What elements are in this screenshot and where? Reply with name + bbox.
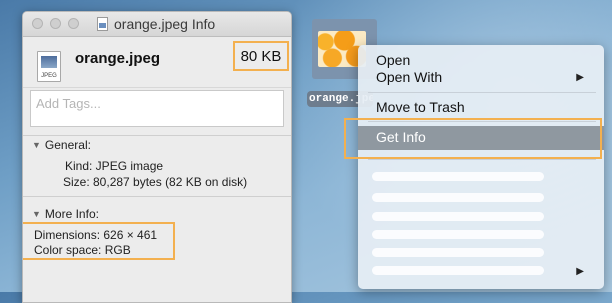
submenu-arrow-icon: ▶	[576, 72, 584, 83]
color-space-row: Color space: RGB	[34, 243, 131, 257]
more-info-box: Dimensions: 626 × 461 Color space: RGB	[23, 222, 175, 260]
menu-item-open-with[interactable]: Open With	[376, 69, 442, 85]
menu-item-move-to-trash[interactable]: Move to Trash	[376, 99, 465, 115]
file-name: orange.jpeg	[75, 50, 161, 67]
kind-row: Kind: JPEG image	[65, 159, 164, 173]
jpeg-file-icon	[97, 17, 108, 31]
general-section-toggle[interactable]: ▼ General:	[32, 138, 91, 152]
menu-item-placeholder[interactable]	[372, 172, 544, 181]
info-header: JPEG orange.jpeg 80 KB	[23, 37, 291, 88]
close-button[interactable]	[32, 18, 43, 29]
menu-separator	[368, 159, 596, 160]
zoom-button[interactable]	[68, 18, 79, 29]
more-info-section-toggle[interactable]: ▼ More Info:	[32, 207, 99, 221]
menu-item-placeholder[interactable]	[372, 266, 544, 275]
context-menu: Open Open With ▶ Move to Trash Get Info …	[358, 45, 604, 289]
divider	[23, 135, 291, 136]
divider	[23, 196, 291, 197]
menu-item-placeholder[interactable]	[372, 248, 544, 257]
get-info-highlight	[344, 118, 602, 159]
disclosure-triangle-icon[interactable]: ▼	[32, 209, 41, 219]
tags-input[interactable]	[34, 95, 278, 112]
menu-item-open[interactable]: Open	[376, 52, 410, 68]
submenu-arrow-icon: ▶	[576, 266, 584, 277]
file-size: 80 KB	[233, 41, 289, 71]
menu-item-placeholder[interactable]	[372, 193, 544, 202]
menu-item-placeholder[interactable]	[372, 230, 544, 239]
info-window: orange.jpeg Info JPEG orange.jpeg 80 KB …	[22, 11, 292, 303]
window-titlebar[interactable]: orange.jpeg Info	[23, 12, 291, 37]
menu-separator	[368, 92, 596, 93]
menu-item-placeholder[interactable]	[372, 212, 544, 221]
disclosure-triangle-icon[interactable]: ▼	[32, 140, 41, 150]
jpeg-file-icon: JPEG	[37, 51, 61, 82]
size-row: Size: 80,287 bytes (82 KB on disk)	[63, 175, 248, 189]
minimize-button[interactable]	[50, 18, 61, 29]
window-title: orange.jpeg Info	[114, 16, 216, 32]
tags-field[interactable]	[30, 90, 284, 127]
dimensions-row: Dimensions: 626 × 461	[34, 228, 158, 242]
